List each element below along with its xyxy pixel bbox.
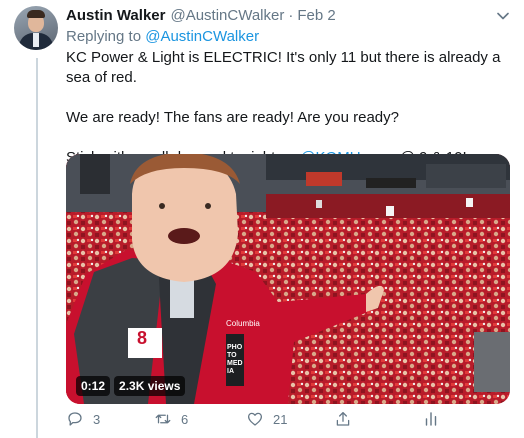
- tweet-header: Austin Walker @AustinCWalker · Feb 2: [66, 7, 510, 27]
- tweet-text: KC Power & Light is ELECTRIC! It's only …: [66, 48, 514, 168]
- heart-icon: [247, 412, 263, 426]
- tweet-text-line-1: KC Power & Light is ELECTRIC! It's only …: [66, 49, 501, 86]
- shirt-logo-number: 8: [137, 328, 148, 348]
- replying-to-link[interactable]: @AustinCWalker: [145, 28, 259, 45]
- video-views: 2.3K views: [114, 376, 186, 396]
- retweet-icon: [155, 414, 171, 424]
- analytics-icon: [425, 412, 437, 426]
- retweet-button[interactable]: 6: [154, 410, 188, 428]
- avatar[interactable]: [14, 6, 58, 50]
- author-name[interactable]: Austin Walker: [66, 7, 165, 24]
- like-count: 21: [273, 411, 288, 427]
- jacket-label: Columbia: [226, 319, 260, 328]
- replying-prefix: Replying to: [66, 28, 142, 45]
- thread-connector-line: [36, 58, 38, 438]
- separator-dot: ·: [288, 7, 294, 24]
- tweet-date[interactable]: Feb 2: [297, 7, 335, 24]
- author-handle[interactable]: @AustinCWalker: [170, 7, 284, 24]
- analytics-button[interactable]: [422, 410, 440, 428]
- video-frame: [66, 154, 510, 404]
- shirt-text: PHOTO MEDIA: [227, 344, 243, 375]
- video-badges: 0:12 2.3K views: [76, 376, 186, 396]
- tweet-actions: 3 6 21: [66, 410, 514, 432]
- chevron-down-icon[interactable]: [496, 9, 510, 23]
- like-button[interactable]: 21: [246, 410, 287, 428]
- retweet-count: 6: [181, 411, 189, 427]
- replying-to: Replying to @AustinCWalker: [66, 28, 259, 45]
- reply-button[interactable]: 3: [66, 410, 100, 428]
- tweet-text-line-2: We are ready! The fans are ready! Are yo…: [66, 109, 399, 126]
- share-button[interactable]: [334, 410, 352, 428]
- reply-count: 3: [93, 411, 101, 427]
- video-duration: 0:12: [76, 376, 111, 396]
- reply-icon: [68, 412, 82, 426]
- share-icon: [336, 411, 350, 426]
- video-player[interactable]: 8 Columbia PHOTO MEDIA 0:12 2.3K views: [66, 154, 510, 404]
